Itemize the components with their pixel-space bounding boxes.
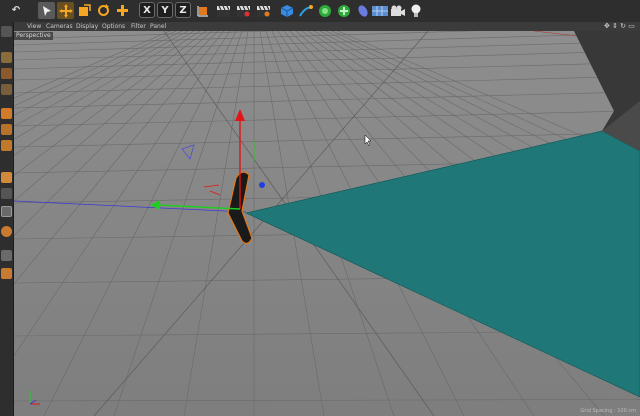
undo-label: ↶: [11, 5, 21, 16]
menu-options[interactable]: Options: [102, 22, 125, 31]
workplane-icon[interactable]: [1, 226, 12, 237]
menu-filter[interactable]: Filter: [131, 22, 146, 31]
undo-icon[interactable]: ↶: [2, 2, 30, 19]
soft-selection-icon[interactable]: [1, 188, 12, 199]
object-axis-icon[interactable]: [1, 84, 12, 95]
add-icon[interactable]: [114, 2, 131, 19]
texture-mode-icon[interactable]: [1, 68, 12, 79]
axis-x-button[interactable]: X: [139, 2, 155, 18]
menu-display[interactable]: Display: [76, 22, 98, 31]
snap-icon[interactable]: [1, 206, 12, 217]
grid-spacing-status: Grid Spacing : 100 cm: [580, 408, 636, 414]
polygons-mode-icon[interactable]: [1, 140, 12, 151]
perspective-viewport[interactable]: [14, 31, 640, 416]
axis-y-label: Y: [161, 4, 169, 16]
edges-mode-icon[interactable]: [1, 124, 12, 135]
rotate-icon[interactable]: [95, 2, 112, 19]
model-mode-icon[interactable]: [1, 52, 12, 63]
axis-z-button[interactable]: Z: [175, 2, 191, 18]
axis-y-button[interactable]: Y: [157, 2, 173, 18]
enable-axis-icon[interactable]: [1, 172, 12, 183]
array-icon[interactable]: [335, 2, 352, 19]
camera-icon[interactable]: [389, 2, 407, 19]
magnet-icon[interactable]: [1, 268, 12, 279]
menu-view[interactable]: View: [27, 22, 41, 31]
points-mode-icon[interactable]: [1, 108, 12, 119]
light-icon[interactable]: [407, 2, 424, 19]
cube-icon[interactable]: [278, 2, 295, 19]
axis-x-label: X: [143, 4, 151, 16]
pen-icon[interactable]: [297, 2, 314, 19]
viewport-label[interactable]: Perspective: [14, 32, 53, 40]
live-select-icon[interactable]: [38, 2, 55, 19]
lock-icon[interactable]: [1, 250, 12, 261]
left-mode-palette: [0, 22, 14, 416]
deformer-icon[interactable]: [354, 2, 371, 19]
make-editable-icon[interactable]: [1, 26, 12, 37]
subdivision-icon[interactable]: [316, 2, 333, 19]
coordinate-system-icon[interactable]: [194, 2, 211, 19]
main-toolbar: ↶ X Y Z: [0, 0, 640, 23]
viewport-nav-icons[interactable]: ✥ ⇕ ↻ ▭: [604, 22, 635, 30]
scene-icon[interactable]: [371, 2, 389, 19]
render-view-icon[interactable]: [215, 2, 232, 19]
scale-icon[interactable]: [76, 2, 93, 19]
render-picture-viewer-icon[interactable]: [235, 2, 252, 19]
axis-z-label: Z: [179, 4, 187, 16]
menu-cameras[interactable]: Cameras: [46, 22, 73, 31]
menu-panel[interactable]: Panel: [150, 22, 166, 31]
viewport-menubar: View Cameras Display Options Filter Pane…: [14, 22, 640, 31]
render-settings-icon[interactable]: [255, 2, 272, 19]
move-icon[interactable]: [57, 2, 74, 19]
